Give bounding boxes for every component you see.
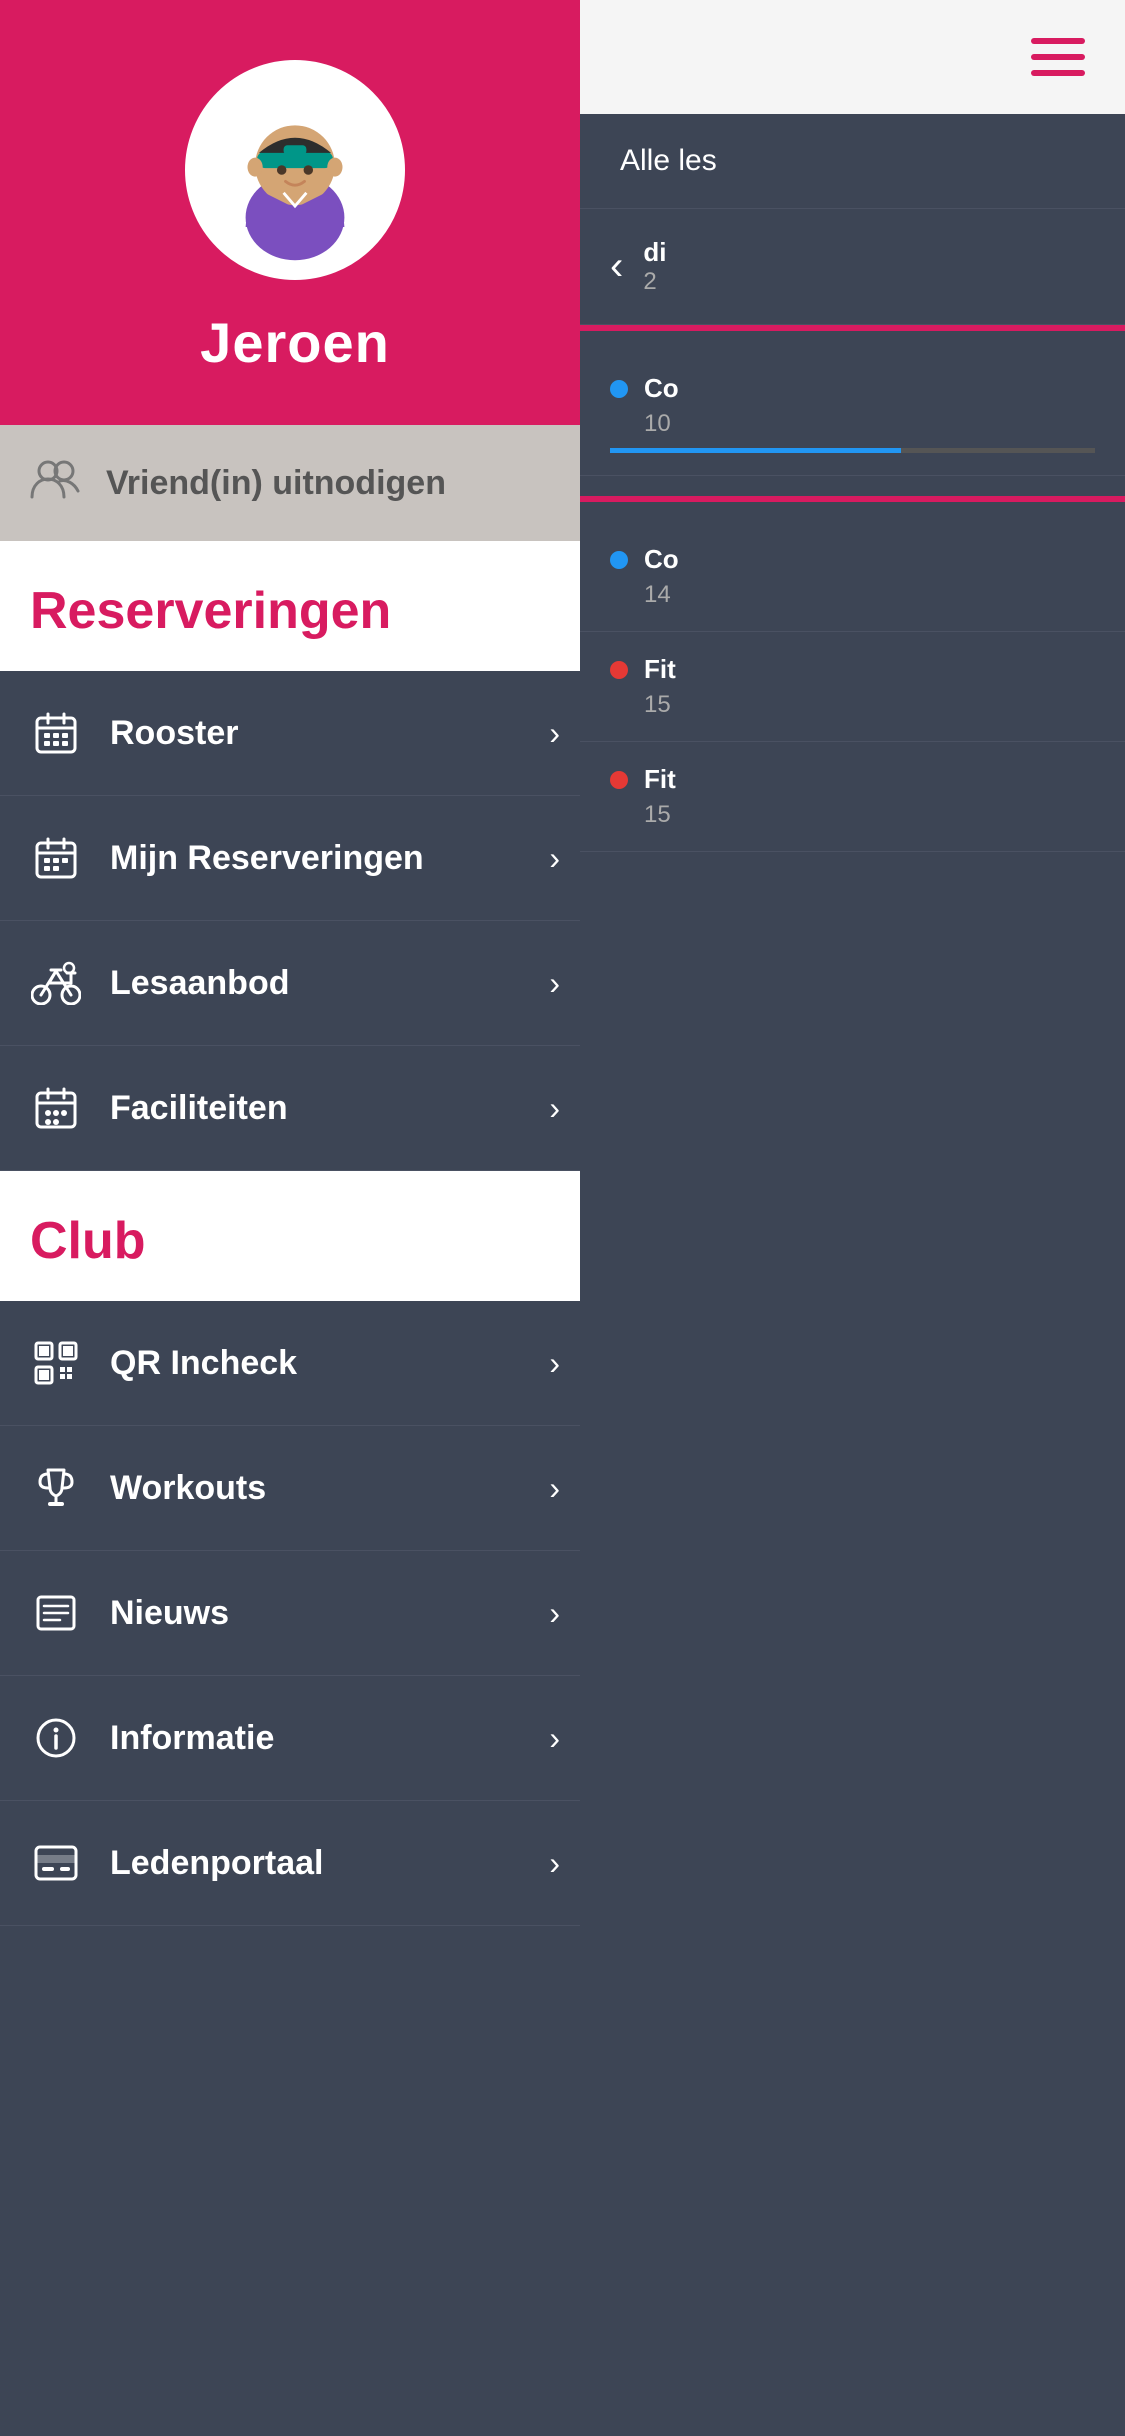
status-dot-blue xyxy=(610,380,628,398)
bike-icon xyxy=(30,957,82,1009)
class-name-fit-1: Fit xyxy=(644,654,676,685)
date-num: 2 xyxy=(643,268,666,296)
date-navigation: ‹ di 2 xyxy=(580,209,1125,325)
schedule-item-co-10[interactable]: Co 10 xyxy=(580,351,1125,476)
class-name-co: Co xyxy=(644,373,679,404)
schedule-item-fit-15[interactable]: Fit 15 xyxy=(580,632,1125,742)
menu-item-ledenportaal[interactable]: Ledenportaal › xyxy=(0,1801,590,1926)
invite-text: Vriend(in) uitnodigen xyxy=(106,464,446,503)
class-time-15a: 15 xyxy=(644,691,1095,719)
workouts-label: Workouts xyxy=(110,1469,521,1508)
menu-item-qr-incheck[interactable]: QR Incheck › xyxy=(0,1301,590,1426)
class-time-15b: 15 xyxy=(644,801,1095,829)
profile-name: Jeroen xyxy=(200,310,390,375)
club-section-header: Club xyxy=(0,1171,590,1301)
alle-les-text: Alle les xyxy=(620,144,717,177)
hamburger-button[interactable] xyxy=(1031,38,1085,76)
date-abbr: di xyxy=(643,237,666,268)
date-info: di 2 xyxy=(643,237,666,296)
chevron-right-icon: › xyxy=(549,840,560,877)
menu-item-informatie[interactable]: Informatie › xyxy=(0,1676,590,1801)
invite-bar[interactable]: Vriend(in) uitnodigen xyxy=(0,425,590,541)
qr-incheck-label: QR Incheck xyxy=(110,1344,521,1383)
chevron-right-icon: › xyxy=(549,715,560,752)
schedule-item-co-14[interactable]: Co 14 xyxy=(580,522,1125,632)
facilities-icon xyxy=(30,1082,82,1134)
chevron-right-icon: › xyxy=(549,965,560,1002)
reserveringen-title: Reserveringen xyxy=(30,582,391,640)
prev-date-button[interactable]: ‹ xyxy=(610,244,623,289)
chevron-right-icon: › xyxy=(549,1090,560,1127)
menu-item-mijn-reserveringen[interactable]: Mijn Reserveringen › xyxy=(0,796,590,921)
calendar-icon xyxy=(30,707,82,759)
informatie-label: Informatie xyxy=(110,1719,521,1758)
left-panel: Jeroen Vriend(in) uitnodigen Reservering… xyxy=(0,0,590,2436)
menu-item-workouts[interactable]: Workouts › xyxy=(0,1426,590,1551)
lesaanbod-label: Lesaanbod xyxy=(110,964,521,1003)
chevron-right-icon: › xyxy=(549,1845,560,1882)
qr-icon xyxy=(30,1337,82,1389)
hamburger-area xyxy=(580,0,1125,114)
status-dot-blue-2 xyxy=(610,551,628,569)
menu-item-faciliteiten[interactable]: Faciliteiten › xyxy=(0,1046,590,1171)
chevron-right-icon: › xyxy=(549,1470,560,1507)
profile-header: Jeroen xyxy=(0,0,590,425)
avatar xyxy=(185,60,405,280)
hamburger-line-1 xyxy=(1031,38,1085,44)
chevron-right-icon: › xyxy=(549,1595,560,1632)
status-dot-red-1 xyxy=(610,661,628,679)
schedule-section-2: Co 14 Fit 15 Fit 15 xyxy=(580,502,1125,872)
menu-item-lesaanbod[interactable]: Lesaanbod › xyxy=(0,921,590,1046)
status-dot-red-2 xyxy=(610,771,628,789)
reserveringen-section-header: Reserveringen xyxy=(0,541,590,671)
right-panel: Alle les ‹ di 2 Co 10 Co xyxy=(580,0,1125,2436)
ledenportaal-label: Ledenportaal xyxy=(110,1844,521,1883)
menu-item-nieuws[interactable]: Nieuws › xyxy=(0,1551,590,1676)
faciliteiten-label: Faciliteiten xyxy=(110,1089,521,1128)
progress-bar-container xyxy=(610,448,1095,453)
menu-item-rooster[interactable]: Rooster › xyxy=(0,671,590,796)
schedule-section-1: Co 10 xyxy=(580,331,1125,496)
hamburger-line-3 xyxy=(1031,70,1085,76)
card-icon xyxy=(30,1837,82,1889)
alle-les-bar: Alle les xyxy=(580,114,1125,209)
calendar-icon-2 xyxy=(30,832,82,884)
class-time-14: 14 xyxy=(644,581,1095,609)
rooster-label: Rooster xyxy=(110,714,521,753)
club-title: Club xyxy=(30,1212,146,1270)
invite-icon xyxy=(30,457,82,509)
nieuws-label: Nieuws xyxy=(110,1594,521,1633)
chevron-right-icon: › xyxy=(549,1345,560,1382)
chevron-right-icon: › xyxy=(549,1720,560,1757)
info-icon xyxy=(30,1712,82,1764)
mijn-reserveringen-label: Mijn Reserveringen xyxy=(110,839,521,878)
trophy-icon xyxy=(30,1462,82,1514)
progress-bar-fill xyxy=(610,448,901,453)
class-time-10: 10 xyxy=(644,410,1095,438)
class-name-co-2: Co xyxy=(644,544,679,575)
hamburger-line-2 xyxy=(1031,54,1085,60)
schedule-item-fit-15b[interactable]: Fit 15 xyxy=(580,742,1125,852)
class-name-fit-2: Fit xyxy=(644,764,676,795)
news-icon xyxy=(30,1587,82,1639)
